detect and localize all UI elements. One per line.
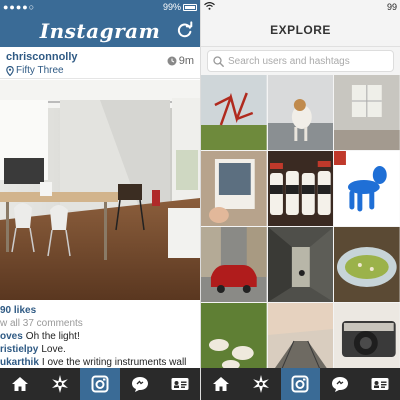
grid-photo[interactable] — [334, 75, 400, 150]
room-photo — [334, 75, 400, 150]
status-bar: ●●●●○ 99% — [0, 0, 200, 14]
instagram-logo: Instagram — [39, 19, 161, 43]
grid-photo[interactable] — [267, 303, 334, 378]
post-time: 9m — [167, 55, 194, 67]
signal-indicator: ●●●●○ — [3, 2, 36, 12]
balloon-dog-photo — [334, 151, 400, 226]
grid-photo[interactable] — [334, 303, 400, 378]
grid-photo[interactable] — [201, 151, 267, 226]
camera-icon — [91, 375, 109, 393]
tab-bar — [201, 368, 400, 400]
view-all-comments-link[interactable]: w all 37 comments — [0, 317, 200, 330]
likes-count[interactable]: 90 likes — [0, 304, 200, 317]
beagle-photo — [267, 75, 334, 150]
search-bar[interactable] — [207, 50, 394, 72]
red-car-photo — [201, 227, 267, 302]
tab-bar — [0, 368, 200, 400]
post-location[interactable]: Fifty Three — [6, 65, 64, 76]
page-title: EXPLORE — [270, 23, 331, 37]
time-label: 9m — [178, 55, 194, 67]
alley-photo — [267, 227, 334, 302]
boardwalk-photo — [267, 303, 334, 378]
feed-header: Instagram — [0, 14, 200, 47]
sculpture-photo — [201, 75, 267, 150]
tab-profile[interactable] — [360, 368, 400, 400]
refresh-icon[interactable] — [176, 21, 194, 39]
profile-card-icon — [171, 378, 189, 390]
battery-icon — [183, 3, 197, 11]
location-label: Fifty Three — [16, 65, 64, 76]
battery-level: 99% — [162, 2, 181, 12]
tab-home[interactable] — [201, 368, 241, 400]
news-bubble-icon — [332, 377, 349, 392]
signal-indicator — [204, 2, 215, 12]
wifi-icon — [204, 2, 215, 10]
comment-text: Love. — [41, 344, 66, 355]
grid-photo[interactable] — [201, 303, 267, 378]
tab-news[interactable] — [120, 368, 160, 400]
feed-screen: ●●●●○ 99% Instagram chrisconnolly Fifty … — [0, 0, 200, 400]
post-header: chrisconnolly Fifty Three 9m — [0, 47, 200, 79]
search-input[interactable] — [228, 55, 393, 67]
post-username[interactable]: chrisconnolly — [6, 51, 78, 63]
tab-home[interactable] — [0, 368, 40, 400]
camera-photo — [334, 303, 400, 378]
grid-photo[interactable] — [334, 227, 400, 302]
grid-photo[interactable] — [334, 151, 400, 226]
explore-star-icon — [252, 375, 269, 393]
search-icon — [213, 55, 224, 67]
battery-indicator: 99% — [163, 2, 197, 12]
tab-explore[interactable] — [40, 368, 80, 400]
clock-icon — [167, 56, 177, 66]
location-pin-icon — [6, 65, 14, 76]
tab-news[interactable] — [320, 368, 360, 400]
post-photo[interactable] — [0, 80, 200, 300]
battery-level: 99 — [386, 2, 397, 12]
grid-photo[interactable] — [267, 151, 334, 226]
explore-grid — [201, 75, 400, 378]
comment-row: oves Oh the light! — [0, 330, 200, 343]
comment-user[interactable]: oves — [0, 330, 23, 343]
tab-profile[interactable] — [160, 368, 200, 400]
news-bubble-icon — [132, 377, 148, 392]
tab-camera[interactable] — [80, 368, 120, 400]
comment-text: Oh the light! — [25, 331, 80, 342]
comment-row: ristielpy Love. — [0, 343, 200, 356]
guacamole-photo — [334, 227, 400, 302]
home-icon — [212, 377, 229, 391]
profile-card-icon — [371, 378, 389, 390]
sheep-photo — [201, 303, 267, 378]
tab-explore[interactable] — [241, 368, 281, 400]
milk-bottles-photo — [267, 151, 334, 226]
tab-camera[interactable] — [280, 368, 321, 400]
likes-label: 90 likes — [0, 305, 37, 316]
post-meta: 90 likes w all 37 comments oves Oh the l… — [0, 304, 200, 369]
grid-photo[interactable] — [201, 227, 267, 302]
explore-star-icon — [52, 375, 68, 393]
grid-photo[interactable] — [267, 75, 334, 150]
comment-user[interactable]: ristielpy — [0, 343, 38, 356]
grid-photo[interactable] — [267, 227, 334, 302]
grid-photo[interactable] — [201, 75, 267, 150]
status-bar: 99 — [201, 0, 400, 14]
camera-icon — [291, 375, 309, 393]
explore-header: EXPLORE — [201, 14, 400, 47]
explore-screen: 99 EXPLORE — [201, 0, 400, 400]
battery-indicator: 99 — [387, 2, 397, 12]
home-icon — [12, 377, 28, 391]
polaroid-photo — [201, 151, 267, 226]
